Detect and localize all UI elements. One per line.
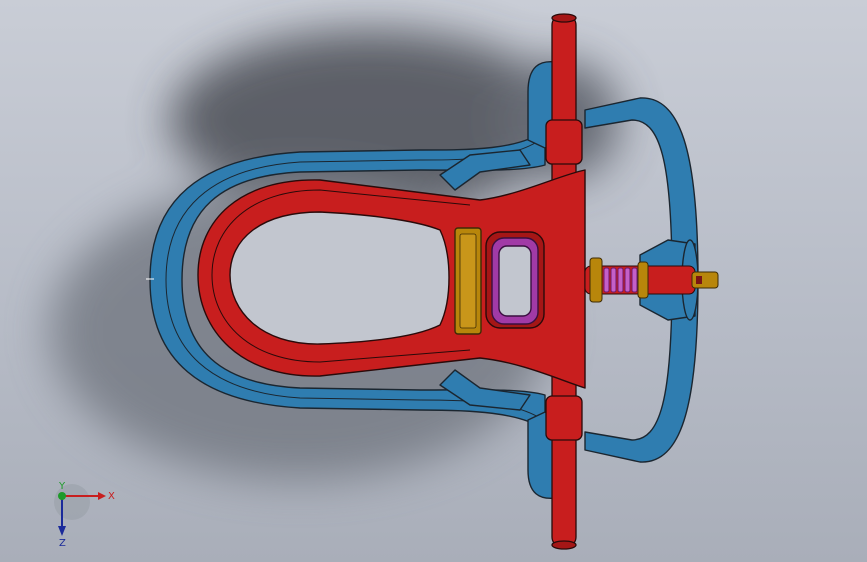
x-axis-arrow bbox=[98, 492, 106, 500]
y-axis-dot bbox=[58, 492, 66, 500]
bronze-bushing-right bbox=[637, 261, 649, 299]
red-axle-top-cap bbox=[551, 13, 577, 23]
cad-viewport[interactable] bbox=[0, 0, 867, 562]
pin-tip-dark bbox=[696, 276, 702, 284]
red-axle-collar-bottom bbox=[545, 395, 583, 441]
z-axis-arrow bbox=[58, 526, 66, 536]
red-loop-opening bbox=[229, 211, 450, 345]
coil-spring bbox=[603, 267, 638, 293]
red-axle-bottom-cap bbox=[551, 540, 577, 550]
x-axis-label: X bbox=[108, 491, 115, 502]
window-opening bbox=[498, 245, 532, 317]
bronze-plate-inner bbox=[459, 233, 477, 329]
red-axle-collar-top bbox=[545, 119, 583, 165]
z-axis-label: Z bbox=[59, 538, 66, 549]
orientation-triad[interactable]: X Y Z bbox=[40, 480, 130, 550]
pin-tip bbox=[691, 271, 719, 289]
y-axis-label: Y bbox=[58, 481, 66, 492]
bronze-bushing-left bbox=[589, 257, 603, 303]
red-handle-body[interactable] bbox=[197, 169, 586, 389]
